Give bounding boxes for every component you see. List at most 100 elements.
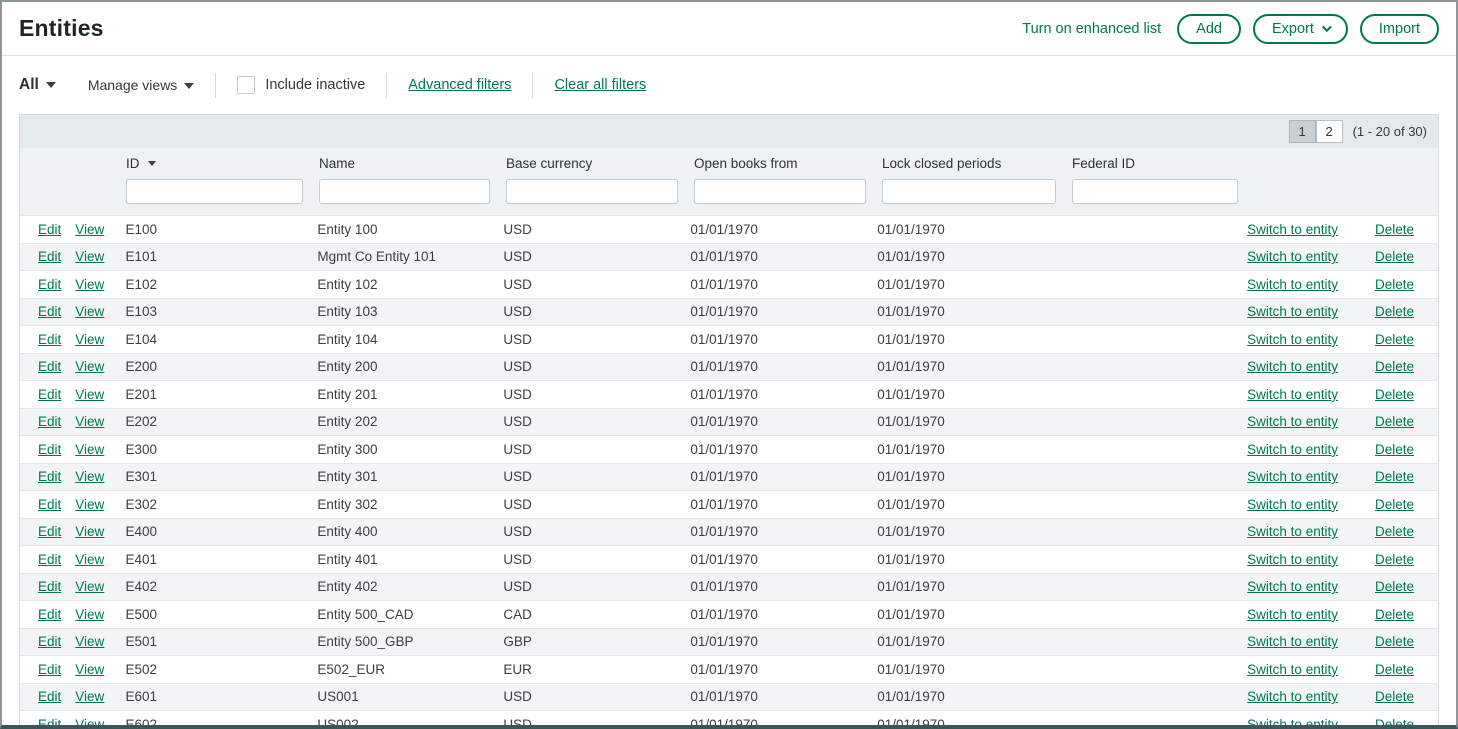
import-button[interactable]: Import xyxy=(1360,14,1439,44)
switch-to-entity-link[interactable]: Switch to entity xyxy=(1247,634,1338,649)
delete-link[interactable]: Delete xyxy=(1375,414,1414,429)
id-filter-input[interactable] xyxy=(126,179,303,204)
name-filter-input[interactable] xyxy=(319,179,490,204)
column-header-base-currency[interactable]: Base currency xyxy=(506,155,694,173)
switch-to-entity-link[interactable]: Switch to entity xyxy=(1247,469,1338,484)
switch-to-entity-link[interactable]: Switch to entity xyxy=(1247,662,1338,677)
turn-on-enhanced-list-link[interactable]: Turn on enhanced list xyxy=(1022,21,1161,37)
switch-to-entity-link[interactable]: Switch to entity xyxy=(1247,387,1338,402)
page-button-2[interactable]: 2 xyxy=(1316,120,1343,143)
delete-link[interactable]: Delete xyxy=(1375,607,1414,622)
view-link[interactable]: View xyxy=(75,387,104,402)
delete-link[interactable]: Delete xyxy=(1375,304,1414,319)
switch-to-entity-link[interactable]: Switch to entity xyxy=(1247,497,1338,512)
include-inactive-checkbox[interactable] xyxy=(237,76,255,94)
switch-to-entity-link[interactable]: Switch to entity xyxy=(1247,607,1338,622)
column-header-name[interactable]: Name xyxy=(319,155,506,173)
switch-to-entity-link[interactable]: Switch to entity xyxy=(1247,332,1338,347)
view-link[interactable]: View xyxy=(75,717,104,729)
view-link[interactable]: View xyxy=(75,552,104,567)
edit-link[interactable]: Edit xyxy=(38,524,61,539)
edit-link[interactable]: Edit xyxy=(38,607,61,622)
switch-to-entity-link[interactable]: Switch to entity xyxy=(1247,717,1338,729)
edit-link[interactable]: Edit xyxy=(38,414,61,429)
view-link[interactable]: View xyxy=(75,414,104,429)
delete-link[interactable]: Delete xyxy=(1375,332,1414,347)
delete-link[interactable]: Delete xyxy=(1375,662,1414,677)
view-link[interactable]: View xyxy=(75,607,104,622)
view-link[interactable]: View xyxy=(75,524,104,539)
view-link[interactable]: View xyxy=(75,689,104,704)
view-link[interactable]: View xyxy=(75,469,104,484)
switch-to-entity-link[interactable]: Switch to entity xyxy=(1247,359,1338,374)
advanced-filters-link[interactable]: Advanced filters xyxy=(408,77,511,93)
switch-to-entity-link[interactable]: Switch to entity xyxy=(1247,277,1338,292)
delete-link[interactable]: Delete xyxy=(1375,552,1414,567)
edit-link[interactable]: Edit xyxy=(38,497,61,512)
lock-closed-periods-filter-input[interactable] xyxy=(882,179,1056,204)
edit-link[interactable]: Edit xyxy=(38,662,61,677)
edit-link[interactable]: Edit xyxy=(38,717,61,729)
view-link[interactable]: View xyxy=(75,332,104,347)
switch-to-entity-link[interactable]: Switch to entity xyxy=(1247,579,1338,594)
manage-views-dropdown[interactable]: Manage views xyxy=(88,77,195,93)
edit-link[interactable]: Edit xyxy=(38,442,61,457)
view-link[interactable]: View xyxy=(75,359,104,374)
edit-link[interactable]: Edit xyxy=(38,249,61,264)
delete-link[interactable]: Delete xyxy=(1375,689,1414,704)
delete-link[interactable]: Delete xyxy=(1375,277,1414,292)
edit-link[interactable]: Edit xyxy=(38,689,61,704)
add-button[interactable]: Add xyxy=(1177,14,1241,44)
delete-link[interactable]: Delete xyxy=(1375,579,1414,594)
view-link[interactable]: View xyxy=(75,579,104,594)
federal-id-filter-input[interactable] xyxy=(1072,179,1238,204)
page-button-1[interactable]: 1 xyxy=(1289,120,1316,143)
delete-link[interactable]: Delete xyxy=(1375,249,1414,264)
view-link[interactable]: View xyxy=(75,222,104,237)
view-link[interactable]: View xyxy=(75,304,104,319)
edit-link[interactable]: Edit xyxy=(38,634,61,649)
column-header-open-books-from[interactable]: Open books from xyxy=(694,155,882,173)
delete-link[interactable]: Delete xyxy=(1375,717,1414,729)
column-header-lock-closed-periods[interactable]: Lock closed periods xyxy=(882,155,1072,173)
edit-link[interactable]: Edit xyxy=(38,387,61,402)
switch-to-entity-link[interactable]: Switch to entity xyxy=(1247,249,1338,264)
column-header-federal-id[interactable]: Federal ID xyxy=(1072,155,1254,173)
switch-to-entity-link[interactable]: Switch to entity xyxy=(1247,304,1338,319)
view-link[interactable]: View xyxy=(75,442,104,457)
delete-link[interactable]: Delete xyxy=(1375,222,1414,237)
view-link[interactable]: View xyxy=(75,497,104,512)
edit-link[interactable]: Edit xyxy=(38,552,61,567)
delete-link[interactable]: Delete xyxy=(1375,359,1414,374)
edit-link[interactable]: Edit xyxy=(38,332,61,347)
view-link[interactable]: View xyxy=(75,662,104,677)
export-button[interactable]: Export xyxy=(1253,14,1348,44)
delete-link[interactable]: Delete xyxy=(1375,497,1414,512)
edit-link[interactable]: Edit xyxy=(38,469,61,484)
delete-link[interactable]: Delete xyxy=(1375,442,1414,457)
clear-all-filters-link[interactable]: Clear all filters xyxy=(554,77,646,93)
view-link[interactable]: View xyxy=(75,249,104,264)
delete-link[interactable]: Delete xyxy=(1375,524,1414,539)
switch-to-entity-link[interactable]: Switch to entity xyxy=(1247,442,1338,457)
edit-link[interactable]: Edit xyxy=(38,277,61,292)
delete-link[interactable]: Delete xyxy=(1375,469,1414,484)
view-selector-dropdown[interactable]: All xyxy=(19,76,56,94)
delete-link[interactable]: Delete xyxy=(1375,387,1414,402)
switch-to-entity-link[interactable]: Switch to entity xyxy=(1247,689,1338,704)
edit-link[interactable]: Edit xyxy=(38,579,61,594)
open-books-from-filter-input[interactable] xyxy=(694,179,866,204)
edit-link[interactable]: Edit xyxy=(38,359,61,374)
column-header-id[interactable]: ID xyxy=(126,155,319,173)
base-currency-filter-input[interactable] xyxy=(506,179,678,204)
view-link[interactable]: View xyxy=(75,277,104,292)
sort-desc-icon[interactable] xyxy=(148,161,156,166)
edit-link[interactable]: Edit xyxy=(38,304,61,319)
delete-link[interactable]: Delete xyxy=(1375,634,1414,649)
edit-link[interactable]: Edit xyxy=(38,222,61,237)
view-link[interactable]: View xyxy=(75,634,104,649)
switch-to-entity-link[interactable]: Switch to entity xyxy=(1247,552,1338,567)
switch-to-entity-link[interactable]: Switch to entity xyxy=(1247,524,1338,539)
switch-to-entity-link[interactable]: Switch to entity xyxy=(1247,414,1338,429)
switch-to-entity-link[interactable]: Switch to entity xyxy=(1247,222,1338,237)
